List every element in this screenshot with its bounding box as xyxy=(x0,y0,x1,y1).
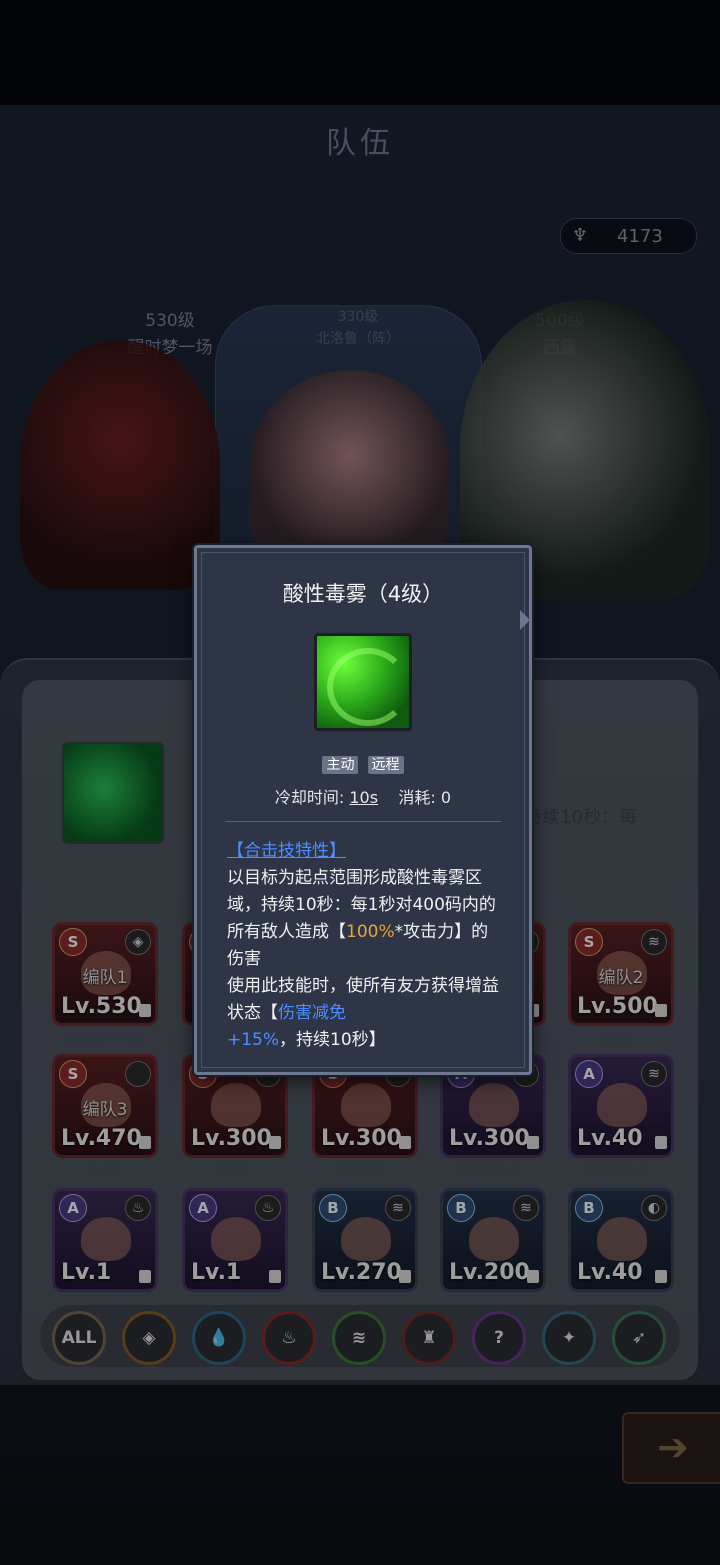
desc-text-3: 使用此技能时，使所有友方获得增益状态【 xyxy=(227,976,499,1023)
desc-text-4: ，持续10秒】 xyxy=(279,1030,386,1050)
tag-range: 远程 xyxy=(367,756,404,774)
skill-title: 酸性毒雾（4级） xyxy=(282,582,444,606)
damage-percent: 100% xyxy=(346,922,395,942)
cooldown-label: 冷却时间: xyxy=(274,788,345,807)
divider xyxy=(225,821,501,822)
cost-label: 消耗: xyxy=(398,788,436,807)
skill-tooltip: 酸性毒雾（4级） 主动 远程 冷却时间: 10s 消耗: 0 【合击技特性】 以… xyxy=(194,545,532,1075)
cost-value: 0 xyxy=(440,788,452,807)
tooltip-pointer xyxy=(520,610,530,630)
skill-tags: 主动 远程 xyxy=(197,754,529,774)
cooldown-value[interactable]: 10s xyxy=(349,788,378,807)
combo-skill-link[interactable]: 【合击技特性】 xyxy=(227,838,499,865)
skill-meta: 冷却时间: 10s 消耗: 0 xyxy=(197,784,529,808)
tag-active: 主动 xyxy=(322,756,359,774)
acid-fog-icon xyxy=(314,633,412,731)
skill-description: 【合击技特性】 以目标为起点范围形成酸性毒雾区域，持续10秒：每1秒对400码内… xyxy=(227,838,499,1054)
